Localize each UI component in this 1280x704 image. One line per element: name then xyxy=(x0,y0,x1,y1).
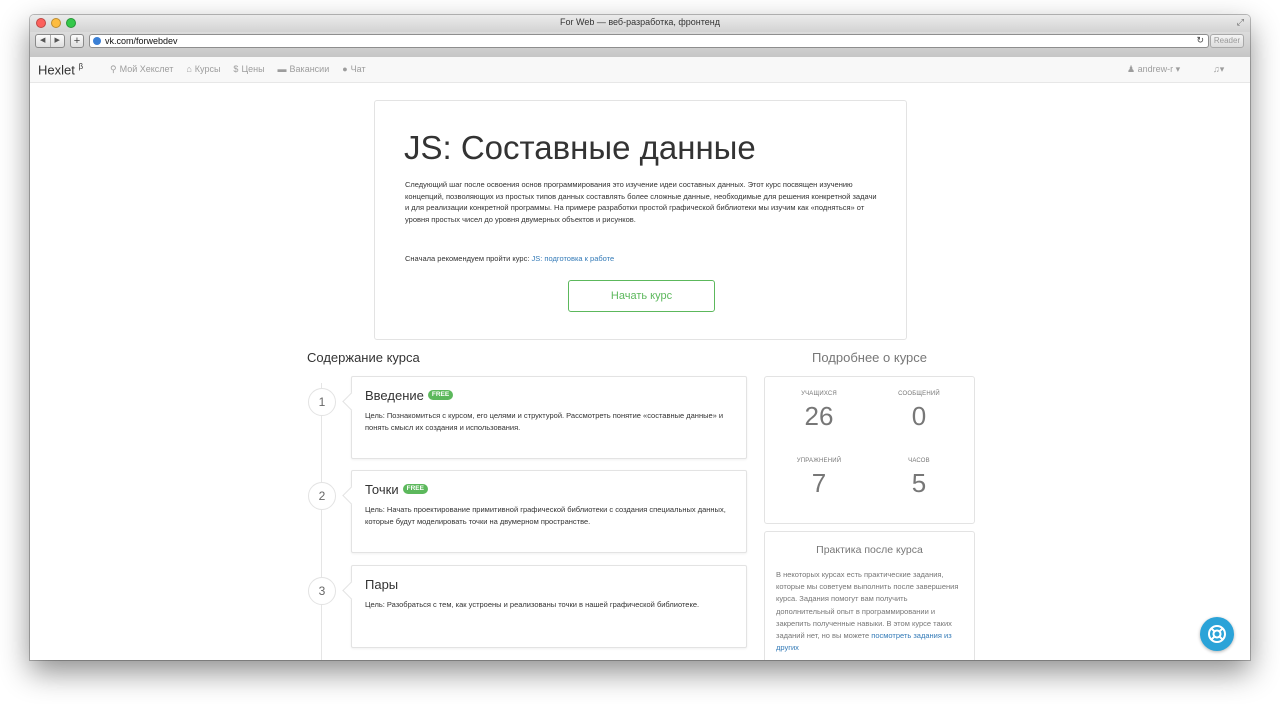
lifebuoy-icon xyxy=(1208,625,1226,643)
stat-messages: СООБЩЕНИЙ 0 xyxy=(879,391,959,432)
nav-item-label: Вакансии xyxy=(289,64,330,74)
caret-down-icon: ▾ xyxy=(1219,64,1225,74)
card-arrow xyxy=(342,486,361,505)
nav-item-my-hexlet[interactable]: ⚲ Мой Хекслет xyxy=(110,64,173,75)
brand-beta: β xyxy=(78,62,84,71)
lesson-title: Точки FREE xyxy=(365,482,428,497)
browser-window: For Web — веб-разработка, фронтенд ⤢ ◀ ▶… xyxy=(30,15,1250,660)
stat-exercises: УПРАЖНЕНИЙ 7 xyxy=(779,458,859,499)
lesson-goal: Цель: Познакомиться с курсом, его целями… xyxy=(365,411,724,432)
practice-text-body: В некоторых курсах есть практические зад… xyxy=(776,570,959,641)
title-bar: For Web — веб-разработка, фронтенд ⤢ xyxy=(30,15,1250,33)
user-name: andrew-r xyxy=(1137,64,1174,74)
forward-icon[interactable]: ▶ xyxy=(51,35,65,47)
reader-button[interactable]: Reader xyxy=(1210,34,1244,48)
course-title: JS: Составные данные xyxy=(404,129,756,166)
university-icon: ⌂ xyxy=(186,64,192,74)
course-contents-title: Содержание курса xyxy=(307,350,420,365)
nav-item-label: Чат xyxy=(350,64,366,74)
prerequisite-course-link[interactable]: JS: подготовка к работе xyxy=(532,254,615,263)
start-course-button[interactable]: Начать курс xyxy=(568,280,715,312)
lesson-card-intro[interactable]: Введение FREE Цель: Познакомиться с курсо… xyxy=(342,376,747,459)
nav-item-label: Курсы xyxy=(194,64,221,74)
lesson-title-text: Введение xyxy=(365,388,424,403)
nav-item-chat[interactable]: ● Чат xyxy=(342,64,365,75)
lesson-title: Введение FREE xyxy=(365,388,454,403)
map-marker-icon: ⚲ xyxy=(110,64,117,74)
notifications-menu[interactable]: ♫▾ xyxy=(1213,64,1224,75)
card-arrow xyxy=(342,581,361,600)
stat-students: УЧАЩИХСЯ 26 xyxy=(779,391,859,432)
stat-label: УПРАЖНЕНИЙ xyxy=(796,458,842,464)
practice-title: Практика после курса xyxy=(816,544,923,556)
help-button[interactable] xyxy=(1200,617,1234,651)
globe-icon xyxy=(93,37,101,45)
nav-item-vacancies[interactable]: ▬ Вакансии xyxy=(278,64,330,75)
practice-panel: Практика после курса В некоторых курсах … xyxy=(764,531,975,660)
lesson-number: 1 xyxy=(308,388,336,416)
lesson-card-points[interactable]: Точки FREE Цель: Начать проектирование пр… xyxy=(342,470,747,553)
stat-value: 7 xyxy=(811,468,827,498)
lesson-card-pairs[interactable]: Пары Цель: Разобраться с тем, как устрое… xyxy=(342,565,747,648)
address-bar[interactable]: vk.com/forwebdev ↻ xyxy=(89,34,1209,48)
course-stats-panel: УЧАЩИХСЯ 26 СООБЩЕНИЙ 0 УПРАЖНЕНИЙ 7 ЧАС… xyxy=(764,376,975,524)
nav-item-label: Цены xyxy=(241,64,265,74)
brand-name: Hexlet xyxy=(38,62,75,78)
chat-bubble-icon: ● xyxy=(342,64,348,74)
card-arrow xyxy=(342,392,361,411)
free-badge: FREE xyxy=(402,484,428,494)
nav-item-courses[interactable]: ⌂ Курсы xyxy=(186,64,220,75)
add-bookmark-button[interactable]: + xyxy=(70,34,84,48)
lesson-title-text: Пары xyxy=(365,577,399,592)
free-badge: FREE xyxy=(427,390,454,400)
site-navbar: Hexlet β ⚲ Мой Хекслет ⌂ Курсы $ Цены ▬ Вака… xyxy=(30,57,1250,83)
stat-label: ЧАСОВ xyxy=(908,458,930,464)
course-recommendation: Сначала рекомендуем пройти курс: JS: под… xyxy=(405,254,614,263)
user-icon: ♟ xyxy=(1127,64,1136,74)
course-details-title: Подробнее о курсе xyxy=(811,350,928,365)
course-description: Следующий шаг после освоения основ прогр… xyxy=(405,180,877,225)
browser-toolbar: ◀ ▶ + vk.com/forwebdev ↻ Reader xyxy=(30,32,1250,58)
timeline-line xyxy=(321,383,322,660)
fullscreen-icon[interactable]: ⤢ xyxy=(1237,17,1244,28)
nav-item-label: Мой Хекслет xyxy=(119,64,174,74)
lesson-title: Пары xyxy=(365,577,398,592)
practice-text: В некоторых курсах есть практические зад… xyxy=(776,569,966,654)
url-text: vk.com/forwebdev xyxy=(105,36,178,46)
caret-down-icon: ▾ xyxy=(1175,64,1181,74)
stat-label: СООБЩЕНИЙ xyxy=(898,391,940,397)
stat-label: УЧАЩИХСЯ xyxy=(801,391,837,397)
back-forward-buttons: ◀ ▶ xyxy=(35,34,65,48)
nav-item-prices[interactable]: $ Цены xyxy=(233,64,264,75)
lesson-title-text: Точки xyxy=(365,482,399,497)
stat-value: 5 xyxy=(911,468,927,498)
nav-items: ⚲ Мой Хекслет ⌂ Курсы $ Цены ▬ Вакансии ● Чат xyxy=(110,64,366,75)
user-menu[interactable]: ♟ andrew-r ▾ xyxy=(1127,64,1180,75)
lesson-goal: Цель: Начать проектирование примитивной … xyxy=(365,505,726,526)
stat-hours: ЧАСОВ 5 xyxy=(879,458,959,499)
briefcase-icon: ▬ xyxy=(277,64,287,74)
window-title: For Web — веб-разработка, фронтенд xyxy=(560,17,720,27)
lesson-goal: Цель: Разобраться с тем, как устроены и … xyxy=(365,600,700,609)
course-hero-panel: JS: Составные данные Следующий шаг после… xyxy=(374,100,907,340)
dollar-icon: $ xyxy=(233,64,239,74)
recommendation-prefix: Сначала рекомендуем пройти курс: xyxy=(405,254,530,263)
stat-value: 26 xyxy=(804,401,834,431)
reload-icon[interactable]: ↻ xyxy=(1196,35,1204,46)
lesson-number: 3 xyxy=(308,577,336,605)
back-icon[interactable]: ◀ xyxy=(36,35,51,47)
lesson-number: 2 xyxy=(308,482,336,510)
bell-icon: ♫ xyxy=(1213,64,1220,74)
stat-value: 0 xyxy=(911,401,927,431)
brand-logo[interactable]: Hexlet β xyxy=(38,62,83,77)
